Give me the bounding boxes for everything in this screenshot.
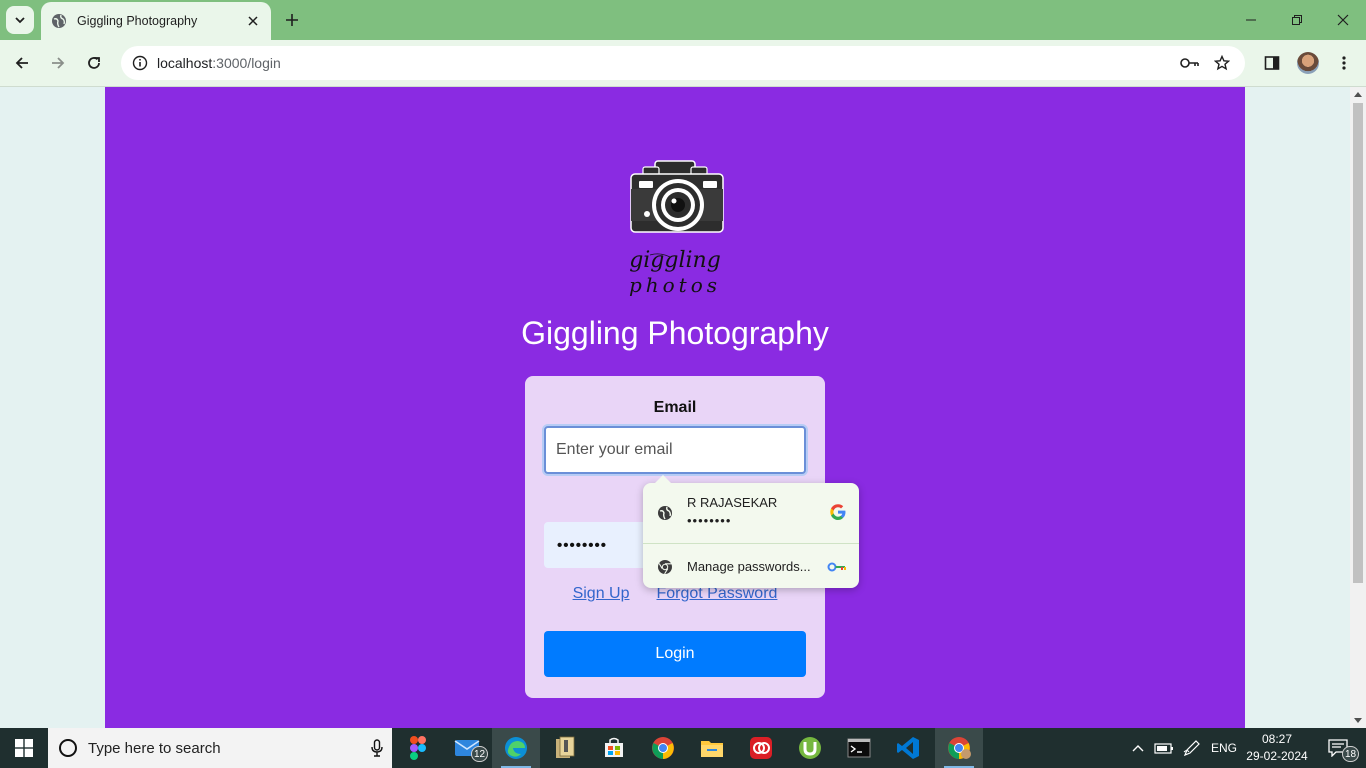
popup-caret [655, 475, 671, 483]
avatar [1297, 52, 1319, 74]
taskbar-search-box[interactable]: Type here to search [48, 728, 392, 768]
login-page: giggling photos Giggling Photography Ema… [105, 87, 1245, 728]
start-button[interactable] [0, 728, 48, 768]
taskbar-search-placeholder: Type here to search [88, 739, 221, 757]
utorrent-taskbar-icon[interactable] [786, 728, 834, 768]
arrow-left-icon [15, 57, 28, 69]
pen-tray-icon[interactable] [1180, 728, 1204, 768]
reload-button[interactable] [80, 49, 108, 77]
browser-tab-bar: Giggling Photography [0, 0, 1366, 40]
google-icon [829, 503, 847, 526]
reload-icon [88, 57, 100, 69]
url-text: localhost:3000/login [157, 55, 281, 71]
plus-icon [286, 14, 298, 26]
back-button[interactable] [8, 49, 36, 77]
tray-overflow-button[interactable] [1128, 728, 1148, 768]
brand-logo: giggling photos [610, 157, 740, 307]
microphone-icon[interactable] [362, 739, 392, 757]
page-scrollbar[interactable] [1350, 87, 1366, 728]
minimize-button[interactable] [1228, 0, 1274, 40]
new-tab-button[interactable] [281, 9, 303, 31]
minimize-icon [1246, 19, 1256, 21]
manage-passwords-label: Manage passwords... [687, 559, 811, 574]
browser-menu-button[interactable] [1330, 49, 1358, 77]
password-autofill-popup: R RAJASEKAR •••••••• Manage passwords... [643, 475, 859, 588]
side-panel-button[interactable] [1258, 49, 1286, 77]
chevron-down-icon [15, 17, 25, 24]
email-label: Email [653, 399, 697, 416]
windows-logo-icon [15, 739, 33, 757]
store-taskbar-icon[interactable] [590, 728, 638, 768]
chrome-taskbar-icon[interactable] [639, 728, 687, 768]
battery-tray-icon[interactable] [1152, 728, 1176, 768]
credential-password-mask: •••••••• [687, 513, 732, 528]
archive-taskbar-icon[interactable] [541, 728, 589, 768]
scroll-thumb[interactable] [1353, 103, 1363, 583]
figma-taskbar-icon[interactable] [394, 728, 442, 768]
taskbar-clock[interactable]: 08:27 29-02-2024 [1246, 731, 1308, 765]
mail-taskbar-icon[interactable]: 12 [443, 728, 491, 768]
side-panel-icon [1264, 56, 1280, 70]
tab-title: Giggling Photography [77, 14, 198, 28]
browser-toolbar: localhost:3000/login [0, 40, 1366, 87]
address-bar[interactable]: localhost:3000/login [121, 46, 1245, 80]
search-icon [59, 739, 77, 757]
chrome-icon [657, 559, 673, 580]
close-tab-icon[interactable] [245, 13, 261, 29]
notification-center-button[interactable]: 18 [1318, 728, 1360, 768]
signup-link[interactable]: Sign Up [573, 585, 630, 603]
vscode-taskbar-icon[interactable] [884, 728, 932, 768]
arrow-right-icon [52, 57, 65, 69]
restore-button[interactable] [1274, 0, 1320, 40]
bookmark-star-icon[interactable] [1207, 46, 1237, 80]
saved-credential-item[interactable]: R RAJASEKAR •••••••• [643, 483, 859, 543]
more-vertical-icon [1342, 56, 1346, 70]
terminal-taskbar-icon[interactable] [835, 728, 883, 768]
edge-taskbar-icon[interactable] [492, 728, 540, 768]
email-input[interactable] [544, 426, 806, 474]
password-key-icon[interactable] [1175, 46, 1205, 80]
credential-username: R RAJASEKAR [687, 495, 778, 510]
chevron-up-icon [1132, 745, 1144, 752]
mail-badge: 12 [471, 746, 489, 762]
url-host: localhost [157, 55, 213, 71]
clock-date: 29-02-2024 [1246, 749, 1308, 763]
tab-search-button[interactable] [6, 6, 34, 34]
url-path: :3000/login [212, 55, 281, 71]
creative-cloud-taskbar-icon[interactable] [737, 728, 785, 768]
camera-icon: giggling photos [629, 160, 724, 297]
scroll-down-icon[interactable] [1354, 718, 1362, 723]
language-indicator[interactable]: ENG [1208, 728, 1240, 768]
windows-taskbar: Type here to search 12 ENG 08:27 29-02-2… [0, 728, 1366, 768]
globe-icon [51, 13, 67, 29]
close-icon [1337, 14, 1349, 26]
chrome-active-taskbar-icon[interactable] [935, 728, 983, 768]
clock-time: 08:27 [1261, 732, 1293, 746]
manage-passwords-item[interactable]: Manage passwords... [643, 544, 859, 588]
login-button[interactable]: Login [544, 631, 806, 677]
key-icon [827, 560, 847, 578]
site-info-icon[interactable] [123, 46, 157, 80]
notification-badge: 18 [1342, 746, 1360, 762]
forward-button[interactable] [44, 49, 72, 77]
restore-icon [1292, 15, 1302, 25]
logo-text-line2: photos [629, 273, 721, 297]
logo-text-line1: giggling [629, 248, 721, 273]
scroll-up-icon[interactable] [1354, 92, 1362, 97]
globe-icon [657, 505, 673, 526]
file-explorer-taskbar-icon[interactable] [688, 728, 736, 768]
profile-button[interactable] [1294, 49, 1322, 77]
browser-tab[interactable]: Giggling Photography [41, 2, 271, 40]
page-title: Giggling Photography [521, 315, 829, 351]
page-viewport: giggling photos Giggling Photography Ema… [0, 87, 1366, 728]
password-value: •••••••• [557, 536, 608, 554]
close-window-button[interactable] [1320, 0, 1366, 40]
